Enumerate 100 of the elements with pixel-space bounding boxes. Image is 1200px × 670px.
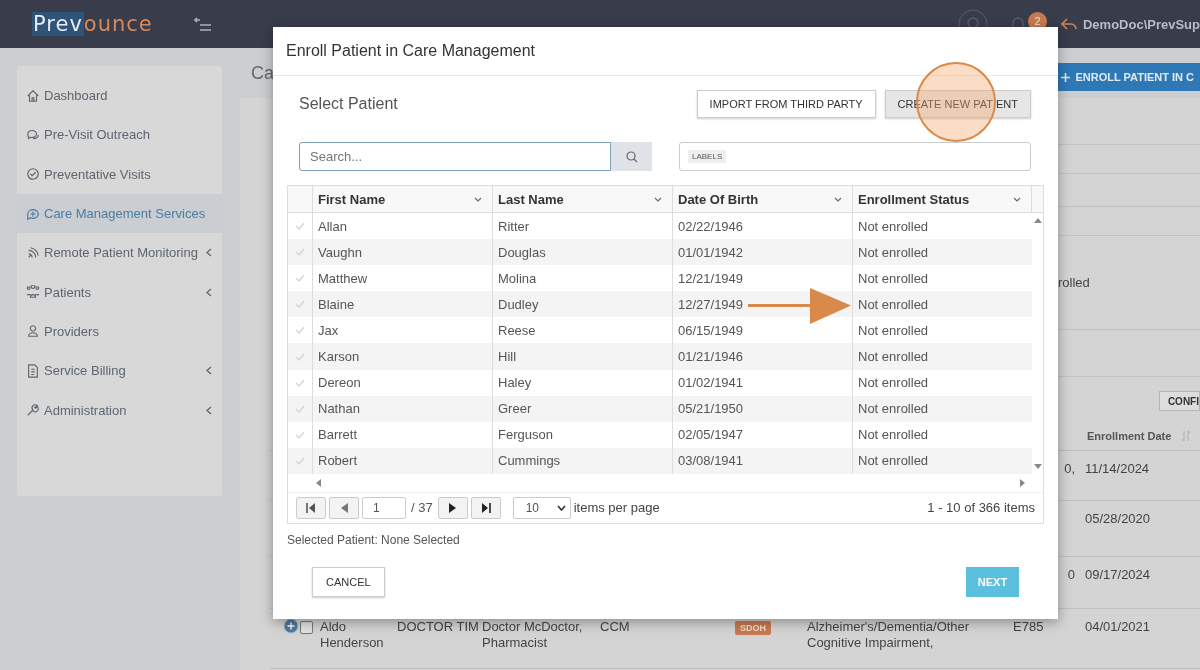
search-icon <box>625 150 638 163</box>
patient-row[interactable]: Robert Cummings 03/08/1941 Not enrolled <box>288 447 1032 474</box>
column-header[interactable]: Date Of Birth <box>673 186 853 212</box>
table-cell: CCM <box>600 619 630 634</box>
table-cell: 01/01/1942 <box>673 239 853 266</box>
scroll-right-icon[interactable] <box>1020 478 1025 487</box>
table-cell: 04/01/2021 <box>1085 619 1151 634</box>
check-icon <box>295 430 305 439</box>
sidebar-item[interactable]: Pre-Visit Outreach <box>17 115 222 155</box>
table-cell: Greer <box>493 395 673 422</box>
plus-icon <box>1061 72 1071 82</box>
check-icon <box>295 274 305 283</box>
dialog-title: Enroll Patient in Care Management <box>286 42 536 60</box>
page-size-dropdown[interactable]: 10 <box>512 496 571 519</box>
table-cell: 03/08/1941 <box>673 447 853 474</box>
table-cell: Hill <box>493 343 673 370</box>
table-cell-text: Not enrolled <box>857 321 930 340</box>
add-circle-icon[interactable] <box>283 618 299 634</box>
table-cell: Ferguson <box>493 421 673 448</box>
previous-page-icon <box>340 502 348 513</box>
table-cell-text: Not enrolled <box>857 243 930 262</box>
table-cell: Dudley <box>493 291 673 318</box>
table-cell: 0 <box>1067 567 1075 582</box>
sidebar-item[interactable]: Administration <box>17 390 222 430</box>
labels-field[interactable]: LABELS <box>679 142 1031 171</box>
last-page-icon <box>480 502 491 513</box>
table-cell: Karson <box>313 343 493 370</box>
chevron-down-icon <box>654 196 662 202</box>
page-number-field[interactable]: 1 <box>362 496 406 519</box>
table-cell: Blaine <box>313 291 493 318</box>
scroll-left-icon[interactable] <box>316 478 321 487</box>
enrollment-status-text: rolled <box>1058 275 1090 290</box>
scroll-up-icon[interactable] <box>1033 218 1042 223</box>
table-cell: Doctor McDoctor, Pharmacist <box>482 619 583 650</box>
table-cell: 05/28/2020 <box>1085 511 1151 526</box>
collapse-menu-icon[interactable] <box>193 17 212 31</box>
patient-row[interactable]: Karson Hill 01/21/1946 Not enrolled <box>288 343 1032 370</box>
table-cell: Vaughn <box>313 239 493 266</box>
tag: SDOH <box>735 621 771 635</box>
patient-row[interactable]: Dereon Haley 01/02/1941 Not enrolled <box>288 369 1032 396</box>
sidebar-item[interactable]: Dashboard <box>17 76 222 116</box>
person-icon <box>26 324 40 339</box>
user-name[interactable]: DemoDoc\PrevSup <box>1082 16 1200 32</box>
chat-plus-icon <box>26 206 40 221</box>
sidebar-item[interactable]: Providers <box>17 311 222 352</box>
column-header[interactable]: Enrollment Status <box>853 186 1032 212</box>
patient-row[interactable]: Blaine Dudley 12/27/1949 Not enrolled <box>288 291 1032 318</box>
page-count: / 37 <box>411 500 433 516</box>
chevron-down-icon <box>474 196 482 202</box>
config-button[interactable]: CONFI <box>1158 391 1200 411</box>
selected-patient-text: Selected Patient: None Selected <box>287 532 461 547</box>
previous-page-button[interactable] <box>329 496 359 519</box>
table-cell-text: Not enrolled <box>857 452 930 471</box>
search-button[interactable] <box>611 142 652 171</box>
cancel-button[interactable]: CANCEL <box>312 566 385 597</box>
table-cell: Alzheimer's/Dementia/Other Cognitive Impairment, <box>807 619 970 650</box>
first-page-button[interactable] <box>296 496 326 519</box>
chat-bubbles-icon <box>26 127 40 142</box>
table-cell: 01/02/1941 <box>673 369 853 396</box>
table-cell-text: Not enrolled <box>857 295 930 314</box>
table-cell: Douglas <box>493 239 673 266</box>
next-page-icon <box>448 502 457 513</box>
items-summary: 1 - 10 of 366 items <box>927 500 1035 516</box>
last-page-button[interactable] <box>470 496 501 519</box>
table-cell: Robert <box>313 447 493 474</box>
patient-row[interactable]: Barrett Ferguson 02/05/1947 Not enrolled <box>288 421 1032 448</box>
sidebar-item[interactable]: Preventative Visits <box>17 154 222 194</box>
table-cell: Dereon <box>313 369 493 396</box>
chevron-down-icon <box>1013 196 1021 202</box>
check-icon <box>295 222 305 231</box>
patient-row[interactable]: Vaughn Douglas 01/01/1942 Not enrolled <box>288 239 1032 266</box>
check-icon <box>295 378 305 387</box>
table-cell-text: Not enrolled <box>857 348 930 366</box>
row-checkbox[interactable] <box>300 621 313 634</box>
table-cell: 01/21/1946 <box>673 343 853 370</box>
check-icon <box>295 248 305 257</box>
table-cell: 11/14/2024 <box>1085 461 1150 476</box>
table-cell: 02/05/1947 <box>673 421 853 448</box>
next-page-button[interactable] <box>437 496 468 519</box>
scroll-down-icon[interactable] <box>1033 463 1042 469</box>
column-header[interactable]: Enrollment Date <box>1087 430 1172 442</box>
sidebar-item[interactable]: Remote Patient Monitoring <box>17 233 222 273</box>
sidebar-item[interactable]: Patients <box>17 272 222 312</box>
table-cell: Cummings <box>493 447 673 474</box>
search-field[interactable]: Search... <box>299 142 611 171</box>
chevron-down-icon <box>834 196 842 202</box>
column-header[interactable]: First Name <box>313 186 493 212</box>
table-cell-text: Not enrolled <box>857 374 930 393</box>
import-button[interactable]: IMPORT FROM THIRD PARTY <box>696 90 876 118</box>
table-cell-text: Not enrolled <box>857 269 930 288</box>
reply-arrow-icon[interactable] <box>1060 17 1077 31</box>
column-header[interactable]: Last Name <box>493 186 673 212</box>
patient-row[interactable]: Nathan Greer 05/21/1950 Not enrolled <box>288 395 1032 422</box>
sidebar-item[interactable]: Service Billing <box>17 351 222 391</box>
table-cell-text: Not enrolled <box>857 217 930 236</box>
table-cell: Barrett <box>313 421 493 448</box>
signal-icon <box>26 245 40 260</box>
home-icon <box>26 88 40 103</box>
page-title: Ca <box>251 62 274 84</box>
check-icon <box>295 300 305 309</box>
